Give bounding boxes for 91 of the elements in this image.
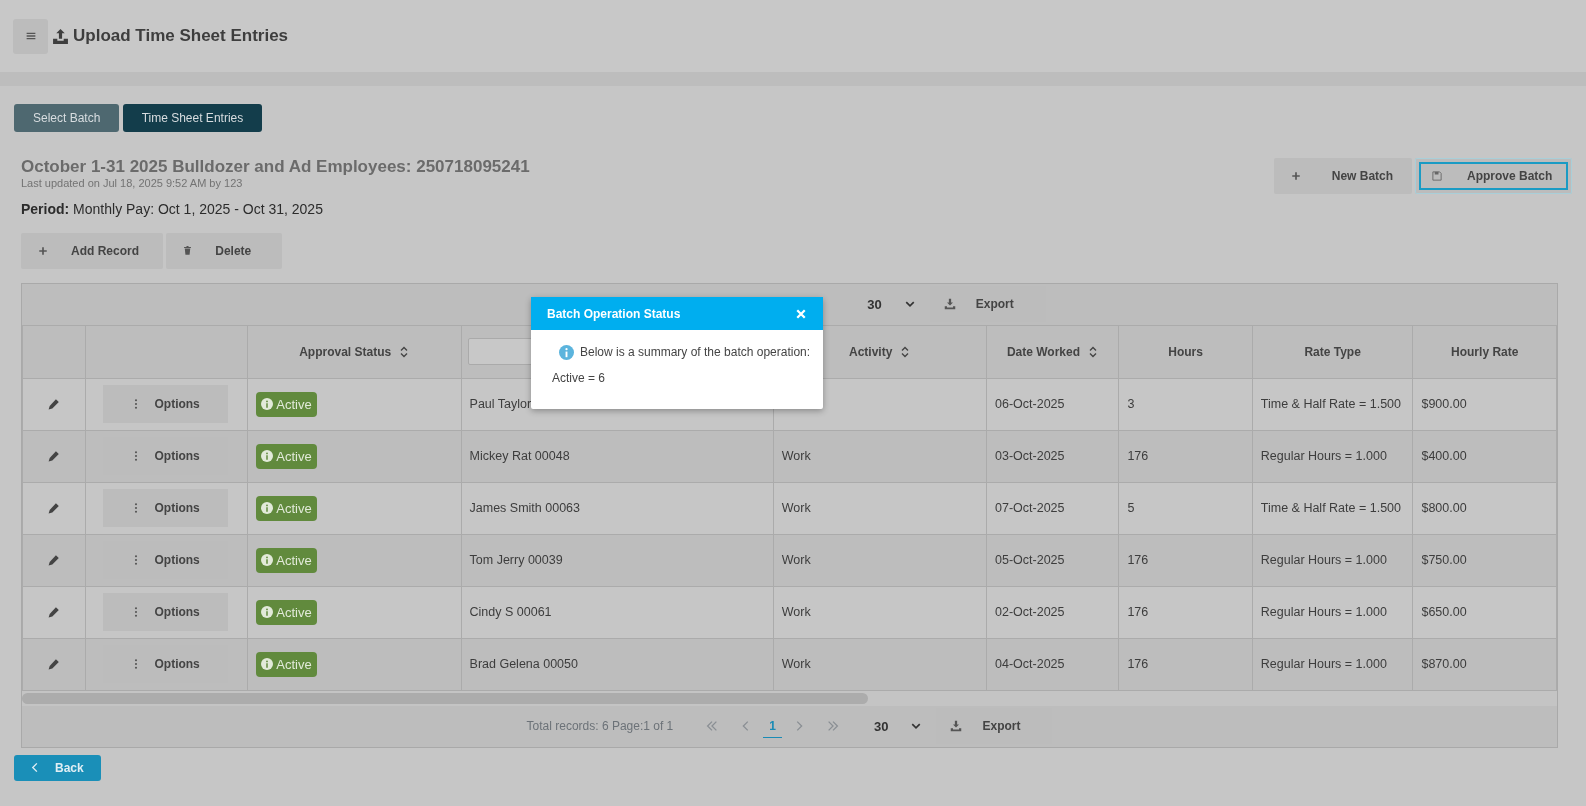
table-cell: Brad Gelena 00050 bbox=[469, 656, 578, 671]
action-button[interactable]: Add Record bbox=[21, 232, 163, 269]
table-cell: Time & Half Rate = 1.500 bbox=[1260, 500, 1401, 515]
table-cell: Regular Hours = 1.000 bbox=[1260, 604, 1387, 619]
scrollbar-thumb[interactable] bbox=[22, 692, 868, 704]
action-button[interactable]: New Batch bbox=[1273, 158, 1412, 194]
info-icon bbox=[261, 398, 274, 411]
result-text: Active = 6 bbox=[551, 370, 607, 387]
status-badge: Active bbox=[256, 547, 317, 574]
table-cell: $400.00 bbox=[1421, 448, 1467, 463]
table-cell: Cindy S 00061 bbox=[469, 604, 552, 619]
batch-title: October 1-31 2025 Bulldozer and Ad Employees: 250718095241 bbox=[21, 158, 530, 177]
info-icon bbox=[261, 502, 274, 515]
options-button[interactable]: Options bbox=[102, 489, 228, 528]
pager-summary: Total records: 6 Page:1 of 1 bbox=[526, 718, 674, 736]
info-icon bbox=[261, 450, 274, 463]
status-badge: Active bbox=[256, 599, 317, 626]
table-cell: 176 bbox=[1127, 448, 1149, 463]
last-updated-text: Last updated on Jul 18, 2025 9:52 AM by 123 bbox=[21, 176, 244, 189]
column-header: Rate Type bbox=[1304, 344, 1361, 359]
table-cell: Time & Half Rate = 1.500 bbox=[1260, 396, 1401, 411]
tab[interactable]: Select Batch bbox=[14, 104, 120, 132]
column-header: Hours bbox=[1168, 344, 1203, 359]
table-cell: $750.00 bbox=[1421, 552, 1467, 567]
column-header[interactable]: Activity bbox=[848, 342, 893, 361]
last-page-icon bbox=[826, 719, 840, 734]
info-icon bbox=[261, 658, 274, 671]
upload-icon bbox=[52, 27, 69, 45]
info-icon bbox=[261, 606, 274, 619]
table-cell: Work bbox=[781, 604, 811, 619]
table-cell: 5 bbox=[1127, 500, 1135, 515]
page-title: Upload Time Sheet Entries bbox=[73, 25, 289, 48]
info-icon bbox=[261, 554, 274, 567]
table-cell: Regular Hours = 1.000 bbox=[1260, 552, 1387, 567]
edit-icon bbox=[47, 658, 61, 672]
table-cell: 06-Oct-2025 bbox=[995, 396, 1065, 411]
edit-icon bbox=[47, 554, 61, 568]
period-text: Period: Monthly Pay: Oct 1, 2025 - Oct 31, 2025 bbox=[21, 199, 324, 219]
close-button[interactable] bbox=[795, 307, 807, 320]
table-cell: 176 bbox=[1127, 656, 1149, 671]
page-size-select[interactable]: 30 bbox=[874, 716, 923, 737]
table-cell: Tom Jerry 00039 bbox=[469, 552, 563, 567]
tab[interactable]: Time Sheet Entries bbox=[122, 104, 263, 132]
table-cell: Work bbox=[781, 500, 811, 515]
table-cell: 03-Oct-2025 bbox=[995, 448, 1065, 463]
plus-icon bbox=[37, 244, 49, 257]
trash-icon bbox=[182, 245, 194, 257]
options-button[interactable]: Options bbox=[102, 385, 228, 424]
edit-icon bbox=[47, 502, 61, 516]
table-cell: 07-Oct-2025 bbox=[995, 500, 1065, 515]
table-cell: Mickey Rat 00048 bbox=[469, 448, 570, 463]
table-cell: 04-Oct-2025 bbox=[995, 656, 1065, 671]
action-button[interactable]: Delete bbox=[166, 232, 283, 269]
plus-icon bbox=[1289, 170, 1302, 182]
table-cell: Work bbox=[781, 656, 811, 671]
table-cell: $870.00 bbox=[1421, 656, 1467, 671]
close-icon bbox=[795, 307, 807, 320]
column-header: Hourly Rate bbox=[1451, 344, 1519, 359]
table-cell: 176 bbox=[1127, 604, 1149, 619]
table-cell: Paul Taylor bbox=[469, 396, 532, 411]
table-cell: Regular Hours = 1.000 bbox=[1260, 448, 1387, 463]
status-badge: Active bbox=[256, 495, 317, 522]
action-button[interactable]: Approve Batch bbox=[1415, 158, 1572, 194]
options-button[interactable]: Options bbox=[102, 593, 228, 632]
page-size-select[interactable]: 30 bbox=[867, 294, 916, 315]
edit-icon bbox=[47, 398, 61, 412]
table-cell: 176 bbox=[1127, 552, 1149, 567]
dialog-message: Below is a summary of the batch operation: bbox=[580, 344, 811, 361]
table-cell: $650.00 bbox=[1421, 604, 1467, 619]
table-cell: $800.00 bbox=[1421, 500, 1467, 515]
status-badge: Active bbox=[256, 651, 317, 678]
edit-icon bbox=[47, 606, 61, 620]
menu-button[interactable] bbox=[13, 18, 48, 54]
info-icon bbox=[559, 344, 574, 360]
table-cell: Regular Hours = 1.000 bbox=[1260, 656, 1387, 671]
table-cell: 02-Oct-2025 bbox=[995, 604, 1065, 619]
download-icon bbox=[943, 298, 956, 311]
table-cell: Work bbox=[781, 552, 811, 567]
status-badge: Active bbox=[256, 443, 317, 470]
download-icon bbox=[950, 720, 963, 733]
column-header[interactable]: Approval Status bbox=[299, 342, 392, 361]
status-badge: Active bbox=[256, 391, 317, 418]
table-cell: 3 bbox=[1127, 396, 1135, 411]
table-cell: 05-Oct-2025 bbox=[995, 552, 1065, 567]
column-header[interactable]: Date Worked bbox=[1006, 342, 1080, 361]
table-cell: James Smith 00063 bbox=[469, 500, 581, 515]
table-cell: Work bbox=[781, 448, 811, 463]
table-cell: $900.00 bbox=[1421, 396, 1467, 411]
dialog-title: Batch Operation Status bbox=[547, 305, 681, 323]
back-button[interactable]: Back bbox=[14, 754, 101, 781]
edit-icon bbox=[47, 450, 61, 464]
